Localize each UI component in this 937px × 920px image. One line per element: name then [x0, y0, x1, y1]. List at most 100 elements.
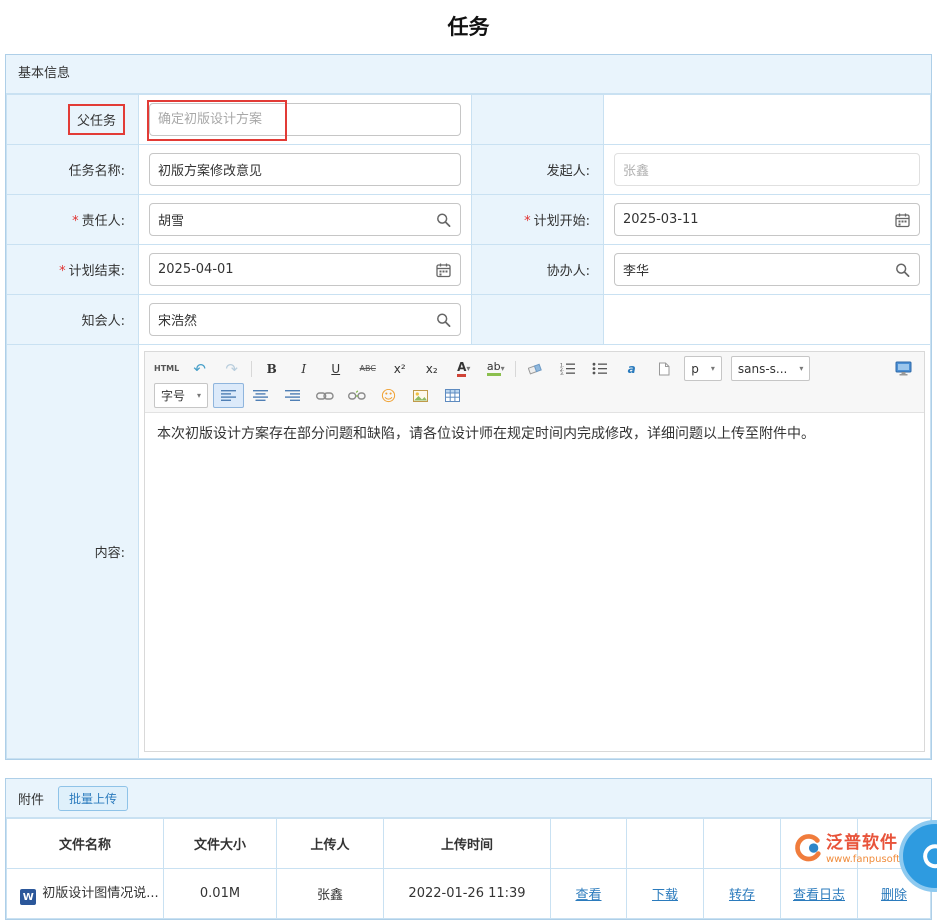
notify-label: 知会人:	[82, 314, 125, 329]
task-name-label-cell: 任务名称:	[7, 145, 139, 195]
align-right-icon[interactable]	[277, 383, 308, 408]
attachments-section-header: 附件 批量上传	[6, 779, 931, 818]
paragraph-select[interactable]: p ▾	[684, 356, 722, 381]
transfer-link[interactable]: 转存	[729, 888, 755, 903]
unordered-list-icon[interactable]	[584, 356, 615, 381]
underline-button[interactable]: U	[320, 356, 351, 381]
table-icon[interactable]	[437, 383, 468, 408]
parent-task-input[interactable]	[149, 103, 461, 136]
font-family-value: sans-s...	[738, 362, 788, 376]
attachments-table: 文件名称 文件大小 上传人 上传时间 W初版设计图情况说... 0.01M 张鑫…	[6, 818, 931, 919]
batch-upload-button[interactable]: 批量上传	[58, 786, 128, 811]
plan-end-input-cell	[139, 245, 472, 295]
parent-task-label: 父任务	[68, 104, 125, 135]
unlink-icon[interactable]	[341, 383, 372, 408]
responsible-label: 责任人:	[82, 214, 125, 229]
col-action	[627, 819, 704, 869]
plan-end-input[interactable]	[149, 253, 461, 286]
file-name-cell: W初版设计图情况说...	[7, 869, 164, 919]
view-link[interactable]: 查看	[575, 888, 601, 903]
font-family-select[interactable]: sans-s... ▾	[731, 356, 811, 381]
undo-icon[interactable]: ↶	[184, 356, 215, 381]
editor-content-area[interactable]: 本次初版设计方案存在部分问题和缺陷，请各位设计师在规定时间内完成修改，详细问题以…	[145, 413, 924, 751]
parent-task-label-cell: 父任务	[7, 95, 139, 145]
bold-button[interactable]: B	[256, 356, 287, 381]
co-organizer-input[interactable]	[614, 253, 920, 286]
download-link[interactable]: 下载	[652, 888, 678, 903]
task-name-label: 任务名称:	[69, 164, 125, 179]
eraser-icon[interactable]	[520, 356, 551, 381]
source-code-button[interactable]: HTML	[150, 356, 183, 381]
strikethrough-button[interactable]: ABC	[352, 356, 383, 381]
required-mark: *	[59, 264, 66, 279]
col-action	[781, 819, 858, 869]
link-icon[interactable]	[309, 383, 340, 408]
paragraph-value: p	[691, 362, 699, 376]
attachment-row: W初版设计图情况说... 0.01M 张鑫 2022-01-26 11:39 查…	[7, 869, 931, 919]
row-parent-task: 父任务	[7, 95, 931, 145]
col-file-name: 文件名称	[7, 819, 164, 869]
delete-link[interactable]: 删除	[881, 888, 907, 903]
action-cell: 转存	[704, 869, 781, 919]
search-icon[interactable]	[436, 212, 451, 227]
subscript-button[interactable]: x₂	[416, 356, 447, 381]
superscript-button[interactable]: x²	[384, 356, 415, 381]
col-upload-time: 上传时间	[384, 819, 551, 869]
action-cell: 查看日志	[781, 869, 858, 919]
italic-button[interactable]: I	[288, 356, 319, 381]
view-log-link[interactable]: 查看日志	[793, 888, 845, 903]
task-name-input[interactable]	[149, 153, 461, 186]
responsible-input[interactable]	[149, 203, 461, 236]
uploader-cell: 张鑫	[277, 869, 384, 919]
row-responsible-start: *责任人: *计划开始:	[7, 195, 931, 245]
toolbar-row-2: 字号 ▾	[150, 382, 919, 409]
initiator-input	[614, 153, 920, 186]
anchor-button[interactable]: a	[616, 356, 647, 381]
redo-icon[interactable]: ↷	[216, 356, 247, 381]
plan-start-input[interactable]	[614, 203, 920, 236]
notify-input[interactable]	[149, 303, 461, 336]
page-icon[interactable]	[648, 356, 679, 381]
highlight-color-button[interactable]: ab ▾	[480, 356, 511, 381]
file-name-text: 初版设计图情况说...	[42, 886, 158, 901]
row-content: 内容: HTML ↶ ↷ B I U ABC x²	[7, 345, 931, 759]
chevron-down-icon: ▾	[799, 364, 803, 373]
co-organizer-input-cell	[604, 245, 931, 295]
align-center-icon[interactable]	[245, 383, 276, 408]
empty-label-cell	[472, 95, 604, 145]
search-icon[interactable]	[436, 312, 451, 327]
col-uploader: 上传人	[277, 819, 384, 869]
ordered-list-icon[interactable]: 1.2.3.	[552, 356, 583, 381]
attachments-title: 附件	[18, 789, 44, 808]
empty-label-cell	[472, 295, 604, 345]
emoji-icon[interactable]: ☺	[373, 383, 404, 408]
plan-end-label: 计划结束:	[69, 264, 125, 279]
calendar-icon[interactable]	[436, 262, 451, 277]
font-color-glyph: A	[457, 361, 466, 377]
fullscreen-monitor-icon[interactable]	[888, 356, 919, 381]
calendar-icon[interactable]	[895, 212, 910, 227]
action-cell: 查看	[551, 869, 627, 919]
page-title: 任务	[0, 0, 937, 54]
empty-input-cell	[604, 95, 931, 145]
plan-start-label-cell: *计划开始:	[472, 195, 604, 245]
align-left-icon[interactable]	[213, 383, 244, 408]
toolbar-separator	[251, 361, 252, 377]
font-size-select[interactable]: 字号 ▾	[154, 383, 208, 408]
image-icon[interactable]	[405, 383, 436, 408]
content-editor-cell: HTML ↶ ↷ B I U ABC x² x₂ A	[139, 345, 931, 759]
plan-end-label-cell: *计划结束:	[7, 245, 139, 295]
responsible-label-cell: *责任人:	[7, 195, 139, 245]
responsible-input-cell	[139, 195, 472, 245]
basic-info-panel: 基本信息 父任务 任务名称:	[5, 54, 932, 760]
search-icon[interactable]	[895, 262, 910, 277]
basic-info-section-header: 基本信息	[6, 55, 931, 94]
empty-input-cell	[604, 295, 931, 345]
attachments-panel: 附件 批量上传 文件名称 文件大小 上传人 上传时间 W初版设计图情况说... …	[5, 778, 932, 920]
co-organizer-label: 协办人:	[547, 264, 590, 279]
initiator-label-cell: 发起人:	[472, 145, 604, 195]
upload-time-cell: 2022-01-26 11:39	[384, 869, 551, 919]
font-color-button[interactable]: A ▾	[448, 356, 479, 381]
content-label-cell: 内容:	[7, 345, 139, 759]
col-file-size: 文件大小	[164, 819, 277, 869]
